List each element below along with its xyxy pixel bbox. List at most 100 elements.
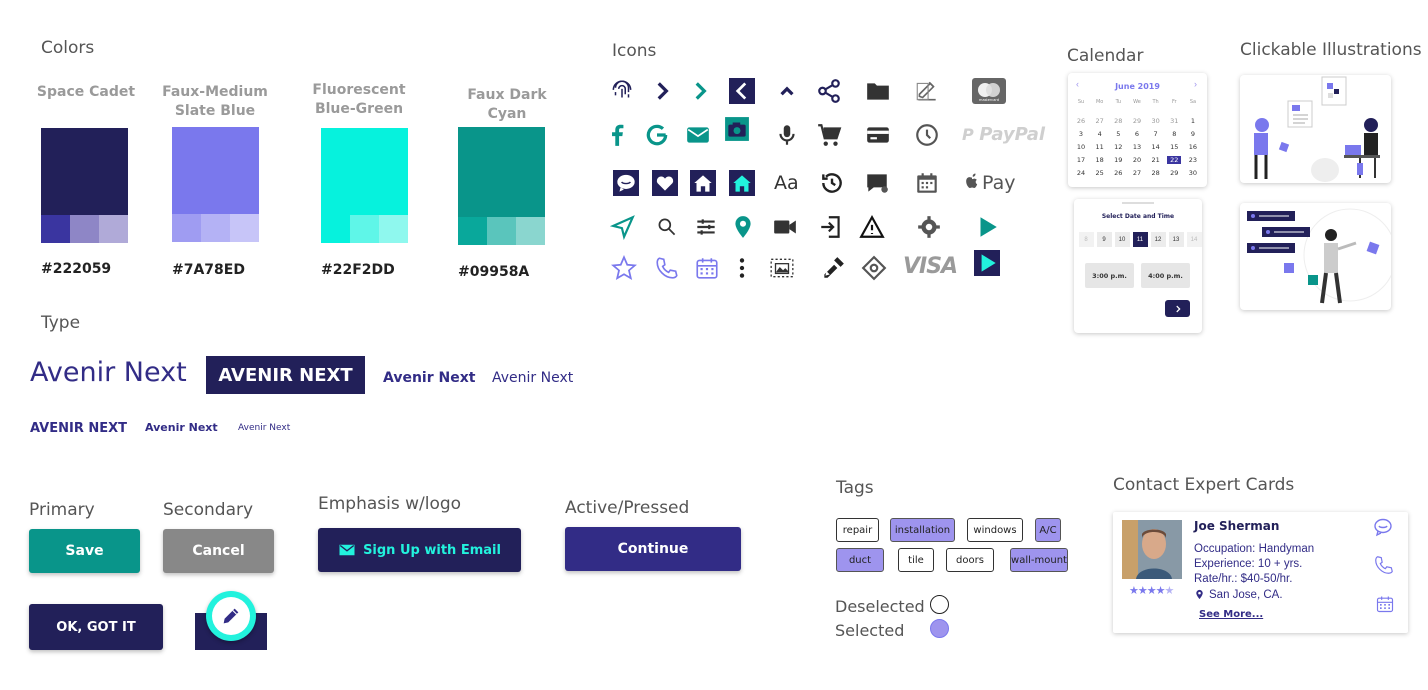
- heart-box-icon[interactable]: [650, 168, 680, 198]
- play-icon[interactable]: [972, 212, 1002, 242]
- calendar-day[interactable]: 8: [1167, 130, 1181, 138]
- share-icon[interactable]: [814, 76, 844, 106]
- calendar-day[interactable]: 20: [1130, 156, 1144, 164]
- picker-day[interactable]: 13: [1168, 232, 1184, 247]
- calendar-day[interactable]: 28: [1149, 169, 1163, 177]
- history-icon[interactable]: [817, 168, 847, 198]
- facebook-icon[interactable]: [603, 120, 633, 150]
- tag-ac[interactable]: A/C: [1035, 518, 1061, 542]
- google-icon[interactable]: [642, 120, 672, 150]
- calendar-day[interactable]: 24: [1074, 169, 1088, 177]
- time-slot-button[interactable]: 3:00 p.m.: [1085, 263, 1134, 288]
- home-box-active-icon[interactable]: [727, 168, 757, 198]
- picker-day-selected[interactable]: 11: [1132, 232, 1148, 247]
- location-pin-icon[interactable]: [728, 212, 758, 242]
- calendar-day[interactable]: 4: [1093, 130, 1107, 138]
- drag-handle[interactable]: [1122, 202, 1154, 204]
- calendar-day[interactable]: 26: [1111, 169, 1125, 177]
- tag-repair[interactable]: repair: [836, 518, 879, 542]
- signup-email-button[interactable]: Sign Up with Email: [318, 528, 521, 572]
- calendar-day[interactable]: 18: [1093, 156, 1107, 164]
- chevron-left-box-icon[interactable]: [727, 76, 757, 106]
- next-month-icon[interactable]: ›: [1194, 79, 1197, 89]
- calendar-icon[interactable]: [1375, 594, 1397, 616]
- next-button[interactable]: [1165, 300, 1190, 317]
- calendar-day[interactable]: 19: [1111, 156, 1125, 164]
- calendar-day[interactable]: 30: [1186, 169, 1200, 177]
- picker-day[interactable]: 8: [1078, 232, 1094, 247]
- calendar-day[interactable]: 21: [1149, 156, 1163, 164]
- calendar-day[interactable]: 29: [1130, 117, 1144, 125]
- clock-icon[interactable]: [912, 120, 942, 150]
- calendar-day[interactable]: 31: [1167, 117, 1181, 125]
- gear-icon[interactable]: [914, 212, 944, 242]
- time-slot-button[interactable]: 4:00 p.m.: [1141, 263, 1190, 288]
- calendar-day[interactable]: 13: [1130, 143, 1144, 151]
- tools-icon[interactable]: [818, 253, 848, 283]
- picker-day[interactable]: 14: [1186, 232, 1202, 247]
- star-icon[interactable]: [609, 253, 639, 283]
- phone-icon[interactable]: [652, 253, 682, 283]
- calendar-day[interactable]: 11: [1093, 143, 1107, 151]
- chevron-right-teal-icon[interactable]: [685, 76, 715, 106]
- mail-icon[interactable]: [683, 120, 713, 150]
- tag-wall-mount[interactable]: wall-mount: [1010, 548, 1068, 572]
- calendar-day[interactable]: 14: [1149, 143, 1163, 151]
- calendar-day[interactable]: 1: [1186, 117, 1200, 125]
- tag-tile[interactable]: tile: [898, 548, 934, 572]
- calendar-day[interactable]: 27: [1093, 117, 1107, 125]
- tag-installation[interactable]: installation: [890, 518, 955, 542]
- calendar-day[interactable]: 17: [1074, 156, 1088, 164]
- ok-got-it-button[interactable]: OK, GOT IT: [29, 604, 163, 650]
- cancel-button[interactable]: Cancel: [163, 529, 274, 573]
- edit-icon[interactable]: [912, 76, 942, 106]
- message-icon[interactable]: [862, 168, 892, 198]
- search-icon[interactable]: [652, 212, 682, 242]
- login-icon[interactable]: [816, 212, 846, 242]
- chat-box-icon[interactable]: [611, 168, 641, 198]
- calendar-day[interactable]: 26: [1074, 117, 1088, 125]
- illustration-card-team[interactable]: [1240, 75, 1391, 183]
- calendar-day[interactable]: 3: [1074, 130, 1088, 138]
- calendar-day[interactable]: 23: [1186, 156, 1200, 164]
- tag-duct[interactable]: duct: [836, 548, 884, 572]
- calendar-day[interactable]: 28: [1111, 117, 1125, 125]
- more-vertical-icon[interactable]: [727, 253, 757, 283]
- microphone-icon[interactable]: [772, 120, 802, 150]
- picker-day[interactable]: 9: [1096, 232, 1112, 247]
- font-icon[interactable]: Aa: [774, 172, 799, 194]
- fingerprint-icon[interactable]: [607, 76, 637, 106]
- edit-fab-button[interactable]: [206, 591, 256, 641]
- credit-card-icon[interactable]: [863, 120, 893, 150]
- calendar-day[interactable]: 5: [1111, 130, 1125, 138]
- calendar-day[interactable]: 29: [1167, 169, 1181, 177]
- tag-diamond-icon[interactable]: [859, 253, 889, 283]
- filter-sliders-icon[interactable]: [691, 212, 721, 242]
- illustration-card-chat[interactable]: [1240, 203, 1391, 310]
- cart-icon[interactable]: [814, 120, 844, 150]
- calendar-day[interactable]: 10: [1074, 143, 1088, 151]
- contact-expert-card[interactable]: ★★★★★ Joe Sherman Occupation: Handyman E…: [1113, 512, 1408, 633]
- radio-selected[interactable]: [930, 619, 949, 638]
- tag-windows[interactable]: windows: [967, 518, 1023, 542]
- video-camera-icon[interactable]: [770, 212, 800, 242]
- calendar-day[interactable]: 9: [1186, 130, 1200, 138]
- calendar-day[interactable]: 6: [1130, 130, 1144, 138]
- calendar-day[interactable]: 16: [1186, 143, 1200, 151]
- calendar-day-selected[interactable]: 22: [1167, 156, 1182, 164]
- chevron-up-icon[interactable]: [772, 76, 802, 106]
- radio-deselected[interactable]: [930, 595, 949, 614]
- calendar-day[interactable]: 12: [1111, 143, 1125, 151]
- picker-day[interactable]: 12: [1150, 232, 1166, 247]
- folder-icon[interactable]: [863, 76, 893, 106]
- navigation-icon[interactable]: [608, 212, 638, 242]
- continue-button[interactable]: Continue: [565, 527, 741, 571]
- calendar-outline-icon[interactable]: [692, 253, 722, 283]
- chevron-right-icon[interactable]: [647, 76, 677, 106]
- calendar-day[interactable]: 7: [1149, 130, 1163, 138]
- tag-doors[interactable]: doors: [946, 548, 994, 572]
- phone-icon[interactable]: [1373, 554, 1397, 578]
- play-box-icon[interactable]: [972, 248, 1002, 278]
- calendar-icon[interactable]: [912, 168, 942, 198]
- calendar-day[interactable]: 25: [1093, 169, 1107, 177]
